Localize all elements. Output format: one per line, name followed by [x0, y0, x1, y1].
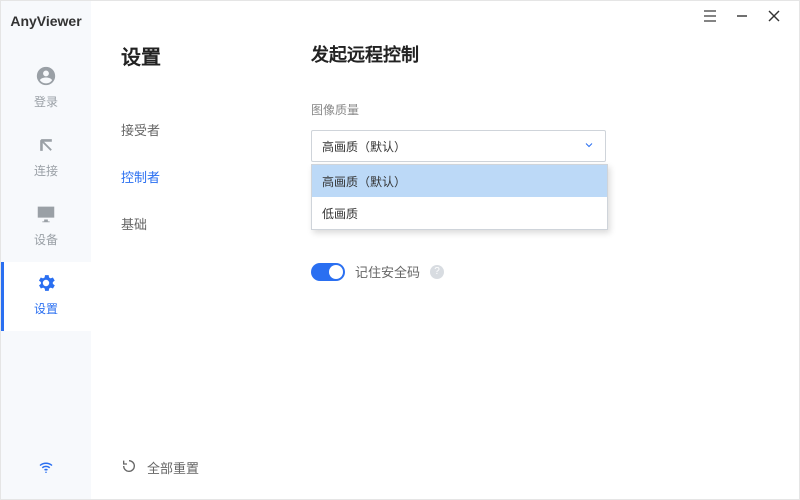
reset-all-button[interactable]: 全部重置 [121, 458, 261, 477]
quality-select[interactable]: 高画质（默认） 高画质（默认） 低画质 [311, 130, 606, 162]
sidebar-item-label: 设置 [34, 300, 58, 317]
quality-dropdown: 高画质（默认） 低画质 [311, 164, 608, 230]
sidebar-item-label: 登录 [34, 93, 58, 110]
settings-title: 设置 [121, 41, 261, 70]
subnav-item-receiver[interactable]: 接受者 [121, 106, 261, 153]
sidebar-item-settings[interactable]: 设置 [1, 262, 91, 331]
sidebar-item-devices[interactable]: 设备 [1, 193, 91, 262]
quality-option-high[interactable]: 高画质（默认） [312, 165, 607, 197]
wifi-icon[interactable] [37, 458, 55, 481]
sidebar-item-label: 设备 [34, 231, 58, 248]
remember-code-label: 记住安全码 [355, 262, 420, 281]
quality-label: 图像质量 [311, 101, 759, 118]
quality-option-low[interactable]: 低画质 [312, 197, 607, 229]
sidebar-item-connect[interactable]: 连接 [1, 124, 91, 193]
remember-code-row: 记住安全码 ? [311, 262, 759, 281]
subnav-item-controller[interactable]: 控制者 [121, 153, 261, 200]
reset-icon [121, 458, 137, 477]
quality-selected-value: 高画质（默认） [322, 138, 406, 155]
reset-label: 全部重置 [147, 458, 199, 477]
remember-code-toggle[interactable] [311, 263, 345, 281]
gear-icon [35, 272, 57, 294]
monitor-icon [35, 203, 57, 225]
subnav-item-basic[interactable]: 基础 [121, 200, 261, 247]
connect-icon [35, 134, 57, 156]
help-icon[interactable]: ? [430, 265, 444, 279]
app-name: AnyViewer [10, 13, 81, 29]
sidebar-item-login[interactable]: 登录 [1, 55, 91, 124]
sidebar-item-label: 连接 [34, 162, 58, 179]
chevron-down-icon [583, 139, 595, 154]
main-heading: 发起远程控制 [311, 41, 759, 67]
settings-subnav: 设置 接受者 控制者 基础 全部重置 [91, 1, 261, 499]
user-icon [35, 65, 57, 87]
sidebar: AnyViewer 登录 连接 设备 设置 [1, 1, 91, 499]
main-content: 发起远程控制 图像质量 高画质（默认） 高画质（默认） 低画质 记住安全码 ? [261, 1, 799, 499]
